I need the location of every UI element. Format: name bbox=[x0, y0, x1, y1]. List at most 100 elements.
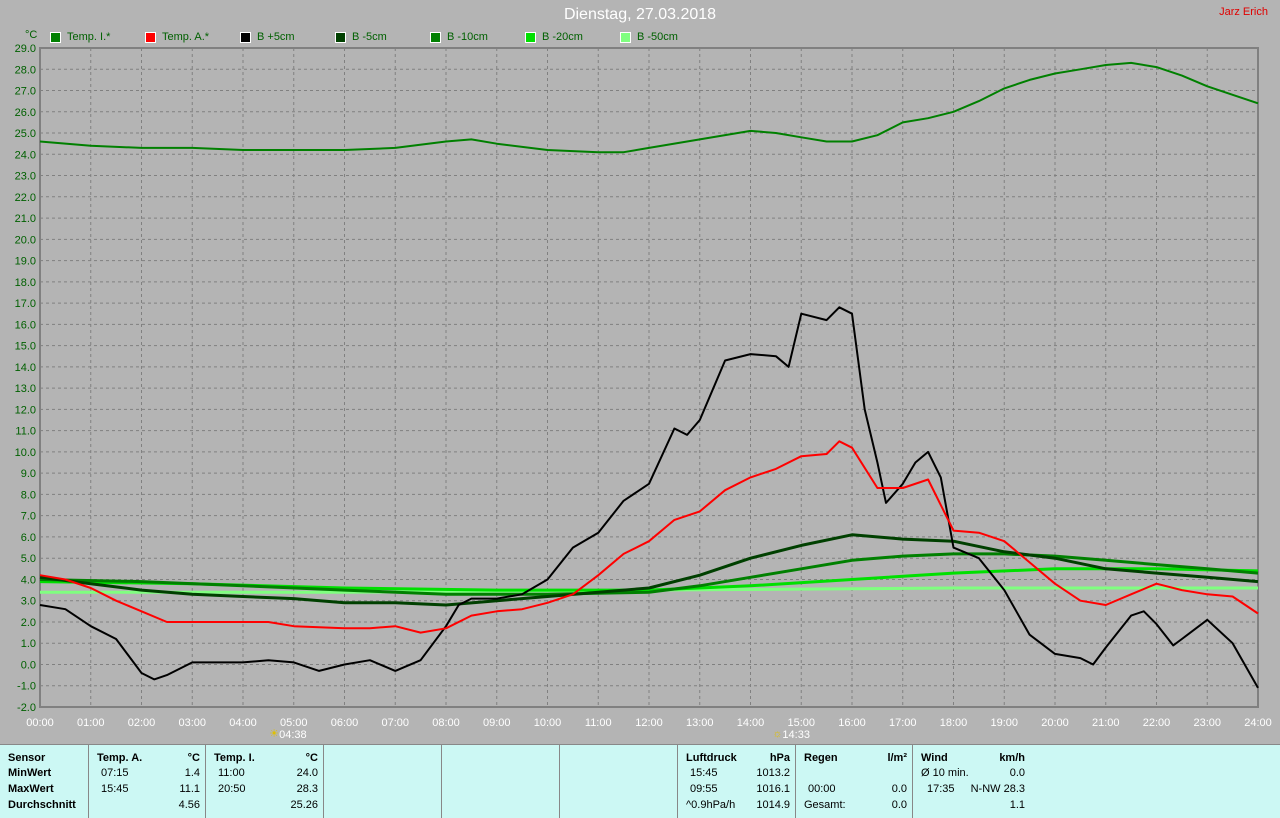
sunrise-icon: ☀ bbox=[269, 728, 279, 740]
y-tick-label: 0.0 bbox=[21, 659, 36, 671]
legend-label: B -5cm bbox=[352, 31, 387, 43]
y-tick-label: 14.0 bbox=[15, 362, 36, 374]
y-tick-label: 13.0 bbox=[15, 383, 36, 395]
y-tick-label: 2.0 bbox=[21, 617, 36, 629]
legend-swatch bbox=[335, 31, 346, 43]
stats-table: Sensor MinWert MaxWert Durchschnitt Temp… bbox=[0, 744, 1280, 818]
x-tick-label: 15:00 bbox=[787, 717, 815, 729]
y-tick-label: 5.0 bbox=[21, 553, 36, 565]
temp-a-max: 11.1 bbox=[179, 783, 200, 795]
wind-column: Wind km/h Ø 10 min. 0.0 17:35 N-NW 28.3 1.1 bbox=[912, 745, 1031, 818]
x-tick-label: 06:00 bbox=[331, 717, 359, 729]
x-tick-label: 24:00 bbox=[1244, 717, 1272, 729]
x-tick-label: 16:00 bbox=[838, 717, 866, 729]
empty-column bbox=[441, 745, 560, 818]
wind-unit: km/h bbox=[999, 752, 1025, 764]
legend-swatch bbox=[50, 31, 61, 43]
luft-trend: ^0.9hPa/h bbox=[686, 799, 736, 811]
temp-a-avg: 4.56 bbox=[178, 799, 200, 811]
legend-swatch bbox=[620, 31, 631, 43]
x-tick-label: 21:00 bbox=[1092, 717, 1120, 729]
y-tick-label: 25.0 bbox=[15, 128, 36, 140]
empty-column bbox=[559, 745, 678, 818]
x-tick-label: 01:00 bbox=[77, 717, 105, 729]
legend-swatch bbox=[145, 31, 156, 43]
author-label: Jarz Erich bbox=[1219, 6, 1268, 18]
regen-total: 0.0 bbox=[891, 799, 907, 811]
legend-label: Temp. I.* bbox=[67, 31, 111, 43]
x-tick-label: 07:00 bbox=[381, 717, 409, 729]
sensor-column: Sensor MinWert MaxWert Durchschnitt bbox=[0, 745, 88, 818]
wind-max: N-NW 28.3 bbox=[970, 783, 1025, 795]
x-tick-label: 20:00 bbox=[1041, 717, 1069, 729]
sunset-icon: ☼ bbox=[772, 728, 782, 740]
y-tick-label: 12.0 bbox=[15, 404, 36, 416]
y-tick-label: 6.0 bbox=[21, 532, 36, 544]
y-tick-label: 28.0 bbox=[15, 64, 36, 76]
y-tick-label: 19.0 bbox=[15, 256, 36, 268]
y-tick-label: 1.0 bbox=[21, 638, 36, 650]
label-avg: Durchschnitt bbox=[8, 799, 76, 811]
temp-i-column: Temp. I. °C 11:00 24.0 20:50 28.3 25.26 bbox=[205, 745, 324, 818]
y-tick-label: 21.0 bbox=[15, 213, 36, 225]
regen-total-label: Gesamt: bbox=[804, 799, 846, 811]
x-tick-label: 03:00 bbox=[178, 717, 206, 729]
temp-a-min: 1.4 bbox=[184, 767, 200, 779]
y-tick-label: 9.0 bbox=[21, 468, 36, 480]
y-tick-label: 4.0 bbox=[21, 574, 36, 586]
x-tick-label: 12:00 bbox=[635, 717, 663, 729]
temp-i-avg: 25.26 bbox=[290, 799, 318, 811]
regen-header: Regen bbox=[804, 752, 838, 764]
chart-title: Dienstag, 27.03.2018 bbox=[563, 6, 717, 23]
wind-mean: 1.1 bbox=[1009, 799, 1025, 811]
y-tick-label: 23.0 bbox=[15, 171, 36, 183]
temp-i-max: 28.3 bbox=[296, 783, 318, 795]
y-tick-label: 8.0 bbox=[21, 489, 36, 501]
label-max: MaxWert bbox=[8, 783, 54, 795]
temp-a-max-time: 15:45 bbox=[101, 783, 129, 795]
sunset-time: 14:33 bbox=[782, 729, 810, 741]
y-tick-label: 10.0 bbox=[15, 447, 36, 459]
legend-item: B -10cm bbox=[430, 31, 525, 43]
temperature-chart: °C 29.0 28.0 27.0 26.0 25.0 24.0 23.0 22.0 21.0 20… bbox=[15, 29, 1272, 741]
x-tick-label: 18:00 bbox=[940, 717, 968, 729]
x-tick-label: 11:00 bbox=[585, 717, 612, 729]
sunrise-time: 04:38 bbox=[279, 729, 307, 741]
wind-avg: 0.0 bbox=[1009, 767, 1025, 779]
x-tick-label: 00:00 bbox=[26, 717, 54, 729]
y-tick-label: 27.0 bbox=[15, 86, 36, 98]
header-sensor: Sensor bbox=[8, 752, 46, 764]
x-tick-label: 23:00 bbox=[1193, 717, 1221, 729]
temp-i-min-time: 11:00 bbox=[218, 767, 245, 779]
y-tick-label: 22.0 bbox=[15, 192, 36, 204]
y-tick-label: 18.0 bbox=[15, 277, 36, 289]
x-tick-label: 04:00 bbox=[229, 717, 257, 729]
luft-min: 1013.2 bbox=[756, 767, 790, 779]
y-tick-label: 16.0 bbox=[15, 319, 36, 331]
legend: Temp. I.* Temp. A.* B +5cm B -5cm B -10cm B -… bbox=[50, 31, 715, 43]
legend-swatch bbox=[240, 31, 251, 43]
legend-label: B -10cm bbox=[447, 31, 488, 43]
legend-item: B +5cm bbox=[240, 31, 335, 43]
empty-column bbox=[323, 745, 442, 818]
legend-item: Temp. A.* bbox=[145, 31, 240, 43]
legend-item: B -50cm bbox=[620, 31, 715, 43]
temp-i-unit: °C bbox=[305, 752, 318, 764]
wind-header: Wind bbox=[921, 752, 948, 764]
temp-a-header: Temp. A. bbox=[97, 752, 143, 764]
temp-a-unit: °C bbox=[187, 752, 200, 764]
x-tick-label: 17:00 bbox=[889, 717, 917, 729]
x-tick-label: 10:00 bbox=[534, 717, 562, 729]
y-tick-label: -2.0 bbox=[17, 702, 36, 714]
x-tick-label: 08:00 bbox=[432, 717, 460, 729]
legend-swatch bbox=[430, 31, 441, 43]
temp-i-header: Temp. I. bbox=[214, 752, 255, 764]
temp-i-max-time: 20:50 bbox=[218, 783, 246, 795]
regen-unit: l/m² bbox=[887, 752, 907, 764]
luft-unit: hPa bbox=[769, 752, 790, 764]
y-tick-label: 20.0 bbox=[15, 234, 36, 246]
luft-max-time: 09:55 bbox=[690, 783, 718, 795]
y-tick-label: 3.0 bbox=[21, 596, 36, 608]
legend-swatch bbox=[525, 31, 536, 43]
x-tick-label: 02:00 bbox=[128, 717, 156, 729]
